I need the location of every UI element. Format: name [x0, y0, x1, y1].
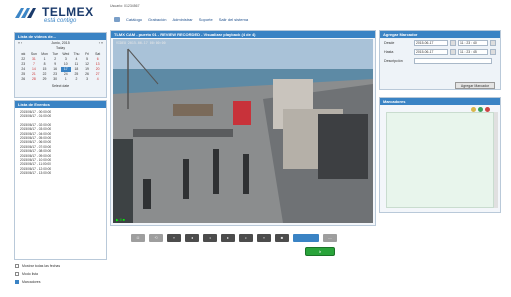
home-icon[interactable]	[114, 17, 120, 22]
nav-catalogo[interactable]: Catálogo	[126, 17, 142, 22]
to-date-picker-icon[interactable]	[450, 49, 456, 55]
calendar-day[interactable]: 30	[50, 77, 61, 82]
calendar-week-row: 26 28 29 30 1 2 3 4	[18, 77, 103, 82]
forward-fast-button[interactable]: »	[257, 234, 271, 242]
volume-button[interactable]: —	[323, 234, 337, 242]
playback-controls: ◘ ⟲ « ◂ ◃ ▸ ▹ » ■ —	[131, 234, 337, 242]
to-time-input[interactable]: 11 : 23 : 45	[458, 49, 488, 55]
markers-list[interactable]	[386, 112, 494, 208]
rewind-button[interactable]: ◂	[185, 234, 199, 242]
checkbox[interactable]	[15, 272, 19, 276]
option-label: Mostrar todas las fechas	[22, 264, 61, 268]
event-list-title: Lista de Eventos	[15, 101, 106, 108]
top-navigation: Catálogo Grabación Administrar Soporte S…	[114, 17, 248, 22]
calendar-title: Lista de videos de...	[15, 33, 106, 40]
nav-administrar[interactable]: Administrar	[172, 17, 192, 22]
add-marker-button[interactable]: Agregar Marcador	[455, 82, 495, 89]
from-date-input[interactable]: 2015-06-17	[414, 40, 448, 46]
calendar-grid: wk Sun Mon Tue Wed Thu Fri Sat 22 31 1 2 3 4 5…	[15, 51, 106, 83]
calendar-day[interactable]: 1	[61, 77, 72, 82]
from-time-input[interactable]: 11 : 23 : 40	[458, 40, 488, 46]
step-forward-button[interactable]: ▹	[239, 234, 253, 242]
calendar-day[interactable]: 4	[92, 77, 103, 82]
week-number: 26	[21, 77, 26, 81]
add-marker-title: Agregar Marcador	[380, 31, 500, 38]
checkbox[interactable]	[15, 264, 19, 268]
calendar-day[interactable]: 2	[71, 77, 82, 82]
calendar-weeks: 22 31 1 2 3 4 5 6 23 7 8 9 10 11 12 13 24 14 15 16 17 18 19 20 2…	[18, 57, 103, 82]
from-date-picker-icon[interactable]	[450, 40, 456, 46]
event-list: 2015/06/17 - 00:00:00 2015/06/17 - 01:00:…	[15, 108, 106, 178]
calendar-prev-button[interactable]: « ‹	[18, 41, 22, 45]
to-date-input[interactable]: 2015-06-17	[414, 49, 448, 55]
calendar-day[interactable]: 29	[39, 77, 50, 82]
markers-title: Marcadores	[380, 98, 500, 105]
event-item[interactable]: 2015/06/17 - 13:00:00	[20, 171, 101, 175]
camera-scene	[113, 39, 373, 223]
camera-video[interactable]: VIDEO 2015-06-17 00:00:00 ▶ II ■	[113, 39, 373, 223]
calendar-month-label: Junio, 2015	[51, 41, 70, 45]
nav-grabacion[interactable]: Grabación	[148, 17, 166, 22]
event-group: 2015/06/17 - 00:00:00 2015/06/17 - 01:00:…	[20, 110, 101, 119]
markers-scrollbar[interactable]	[494, 112, 498, 208]
markers-panel: Marcadores	[379, 97, 501, 213]
go-button[interactable]: Ir	[305, 247, 335, 256]
user-line: Usuario: 01234567	[110, 4, 140, 8]
stop-button[interactable]: ■	[275, 234, 289, 242]
play-button[interactable]: ▸	[221, 234, 235, 242]
from-time-spinner-icon[interactable]	[490, 40, 496, 46]
view-options: Mostrar todas las fechas Modo lista Marc…	[15, 262, 60, 286]
option-label: Modo lista	[22, 272, 38, 276]
calendar-day[interactable]: 3	[82, 77, 93, 82]
add-marker-panel: Agregar Marcador Desde 2015-06-17 11 : 2…	[379, 30, 501, 90]
option-list-mode[interactable]: Modo lista	[15, 270, 60, 278]
left-column: Lista de videos de... « ‹ Junio, 2015 › …	[14, 32, 107, 260]
camera-panel: TLMX CAM - puerto 01 - REVIEW RECORDED -…	[110, 30, 376, 226]
event-group: 2015/06/17 - 02:00:00 2015/06/17 - 03:00:…	[20, 123, 101, 176]
speed-selector[interactable]	[293, 234, 319, 242]
to-row: Hasta 2015-06-17 11 : 23 : 45	[380, 48, 500, 56]
rewind-fast-button[interactable]: «	[167, 234, 181, 242]
logo-text: TELMEX	[42, 5, 94, 19]
nav-salir[interactable]: Salir del sistema	[219, 17, 248, 22]
calendar-panel: Lista de videos de... « ‹ Junio, 2015 › …	[14, 32, 107, 98]
calendar-select-button[interactable]: Select date	[15, 84, 106, 88]
to-label: Hasta	[384, 50, 394, 54]
camera-title: TLMX CAM - puerto 01 - REVIEW RECORDED -…	[111, 31, 375, 38]
description-row: Descripción	[380, 57, 500, 65]
from-row: Desde 2015-06-17 11 : 23 : 40	[380, 39, 500, 47]
checkbox[interactable]	[15, 280, 19, 284]
camera-status: ▶ II ■	[116, 218, 125, 222]
loop-button[interactable]: ⟲	[149, 234, 163, 242]
calendar-day[interactable]: 28	[29, 77, 40, 82]
camera-osd: VIDEO 2015-06-17 00:00:00	[116, 41, 166, 45]
nav-soporte[interactable]: Soporte	[199, 17, 213, 22]
telmex-logo-icon	[15, 8, 36, 18]
option-all-dates[interactable]: Mostrar todas las fechas	[15, 262, 60, 270]
telmex-logo[interactable]: TELMEX está contigo	[14, 6, 96, 26]
event-list-panel: Lista de Eventos 2015/06/17 - 00:00:00 20…	[14, 100, 107, 260]
snapshot-button[interactable]: ◘	[131, 234, 145, 242]
description-input[interactable]	[414, 58, 492, 64]
option-label: Marcadores	[22, 280, 41, 284]
step-back-button[interactable]: ◃	[203, 234, 217, 242]
option-markers[interactable]: Marcadores	[15, 278, 60, 286]
logo-tagline: está contigo	[44, 18, 77, 24]
description-label: Descripción	[384, 59, 403, 63]
to-time-spinner-icon[interactable]	[490, 49, 496, 55]
right-column: Agregar Marcador Desde 2015-06-17 11 : 2…	[379, 30, 501, 213]
calendar-next-button[interactable]: › »	[99, 41, 103, 45]
from-label: Desde	[384, 41, 395, 45]
